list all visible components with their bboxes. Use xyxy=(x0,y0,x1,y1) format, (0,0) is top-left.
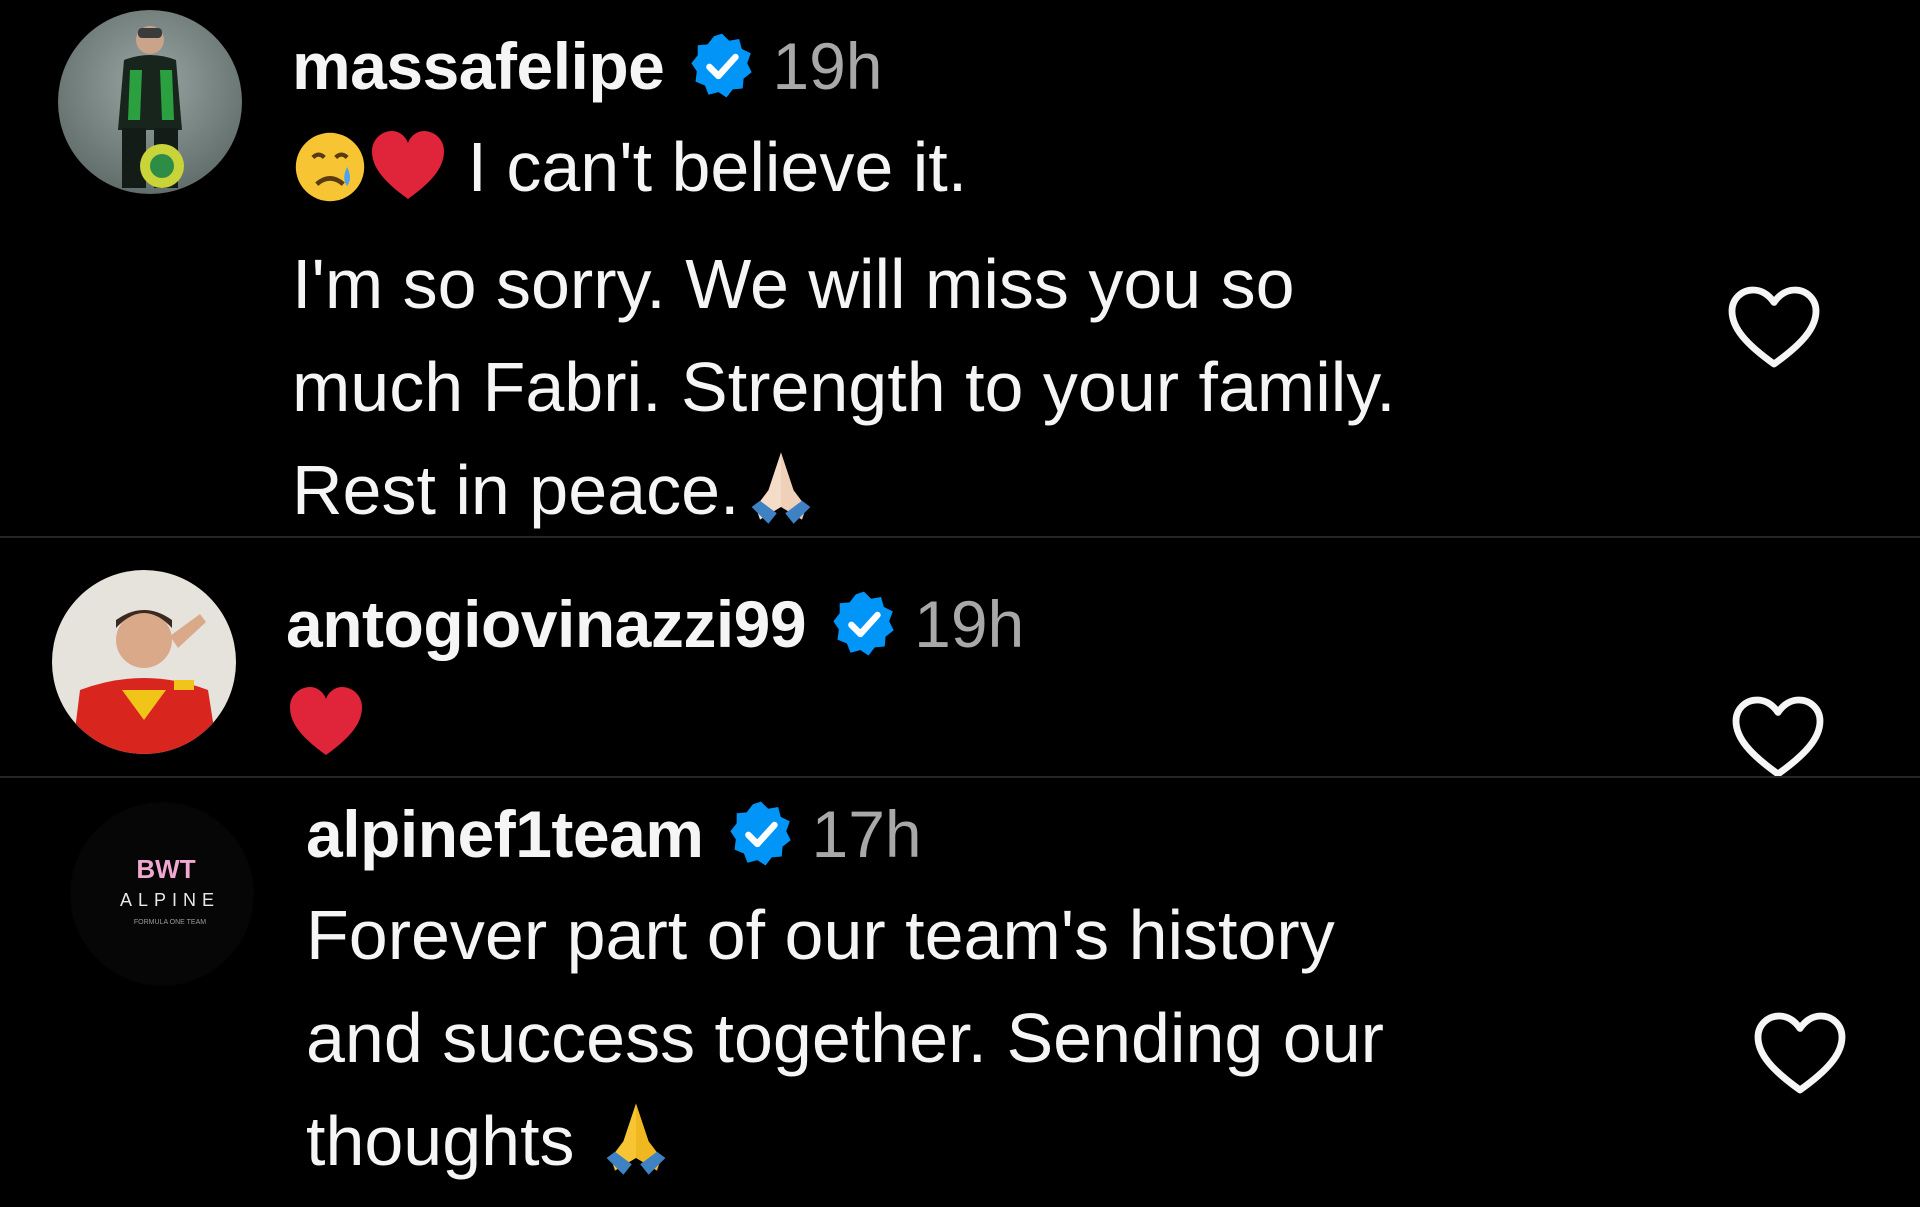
comment-line: and success together. Sending our xyxy=(306,999,1384,1077)
avatar-image xyxy=(52,570,236,754)
comment-alpinef1team: BWT ALPINE FORMULA ONE TEAM alpinef1team… xyxy=(0,778,1920,1200)
logo-text-subtitle: FORMULA ONE TEAM xyxy=(134,919,206,926)
comment-body: antogiovinazzi99 19h xyxy=(286,584,1024,789)
folded-hands-emoji xyxy=(594,1095,678,1207)
comment-line-text: I can't believe it. xyxy=(467,128,968,206)
comment-header: alpinef1team 17h xyxy=(306,794,1384,874)
comment-text: Forever part of our team's history and s… xyxy=(306,884,1384,1207)
comment-text xyxy=(286,672,1024,789)
comment-antogiovinazzi99: antogiovinazzi99 19h xyxy=(0,538,1920,778)
crying-face-emoji xyxy=(292,129,368,233)
verified-badge-icon xyxy=(828,588,900,660)
comment-massafelipe: massafelipe 19h I can't believe it. I'm … xyxy=(0,0,1920,536)
comment-line: Forever part of our team's history xyxy=(306,896,1335,974)
heart-outline-icon xyxy=(1754,1012,1846,1094)
avatar-alpinef1team[interactable]: BWT ALPINE FORMULA ONE TEAM xyxy=(70,802,254,986)
username[interactable]: massafelipe xyxy=(292,28,665,104)
red-heart-emoji xyxy=(286,685,366,789)
comment-body: alpinef1team 17h Forever part of our tea… xyxy=(306,794,1384,1207)
heart-outline-icon xyxy=(1728,286,1820,368)
comment-line-text: Rest in peace. xyxy=(292,451,740,529)
comment-line: I can't believe it. xyxy=(292,116,1396,233)
avatar-image xyxy=(58,10,242,194)
comment-timestamp: 19h xyxy=(914,587,1025,661)
comment-header: antogiovinazzi99 19h xyxy=(286,584,1024,664)
comment-line: much Fabri. Strength to your family. xyxy=(292,348,1396,426)
verified-badge-icon xyxy=(686,30,758,102)
username[interactable]: antogiovinazzi99 xyxy=(286,586,807,662)
like-button[interactable] xyxy=(1726,284,1822,372)
heart-outline-icon xyxy=(1732,696,1824,778)
alpine-logo: BWT ALPINE FORMULA ONE TEAM xyxy=(71,803,253,985)
logo-text-alpine: ALPINE xyxy=(120,890,220,910)
like-button[interactable] xyxy=(1752,1010,1848,1098)
comment-body: massafelipe 19h I can't believe it. I'm … xyxy=(292,26,1396,556)
avatar-antogiovinazzi99[interactable] xyxy=(52,570,236,754)
like-button[interactable] xyxy=(1730,694,1826,782)
comment-timestamp: 17h xyxy=(811,797,922,871)
comment-line-text: thoughts xyxy=(306,1102,594,1180)
verified-badge-icon xyxy=(725,798,797,870)
logo-text-bwt: BWT xyxy=(136,854,195,884)
comment-line: thoughts xyxy=(306,1090,1384,1207)
comment-text: I can't believe it. I'm so sorry. We wil… xyxy=(292,116,1396,556)
username[interactable]: alpinef1team xyxy=(306,796,704,872)
comment-timestamp: 19h xyxy=(772,29,883,103)
red-heart-emoji xyxy=(368,129,448,233)
avatar-massafelipe[interactable] xyxy=(58,10,242,194)
comment-line: I'm so sorry. We will miss you so xyxy=(292,245,1295,323)
comment-header: massafelipe 19h xyxy=(292,26,1396,106)
